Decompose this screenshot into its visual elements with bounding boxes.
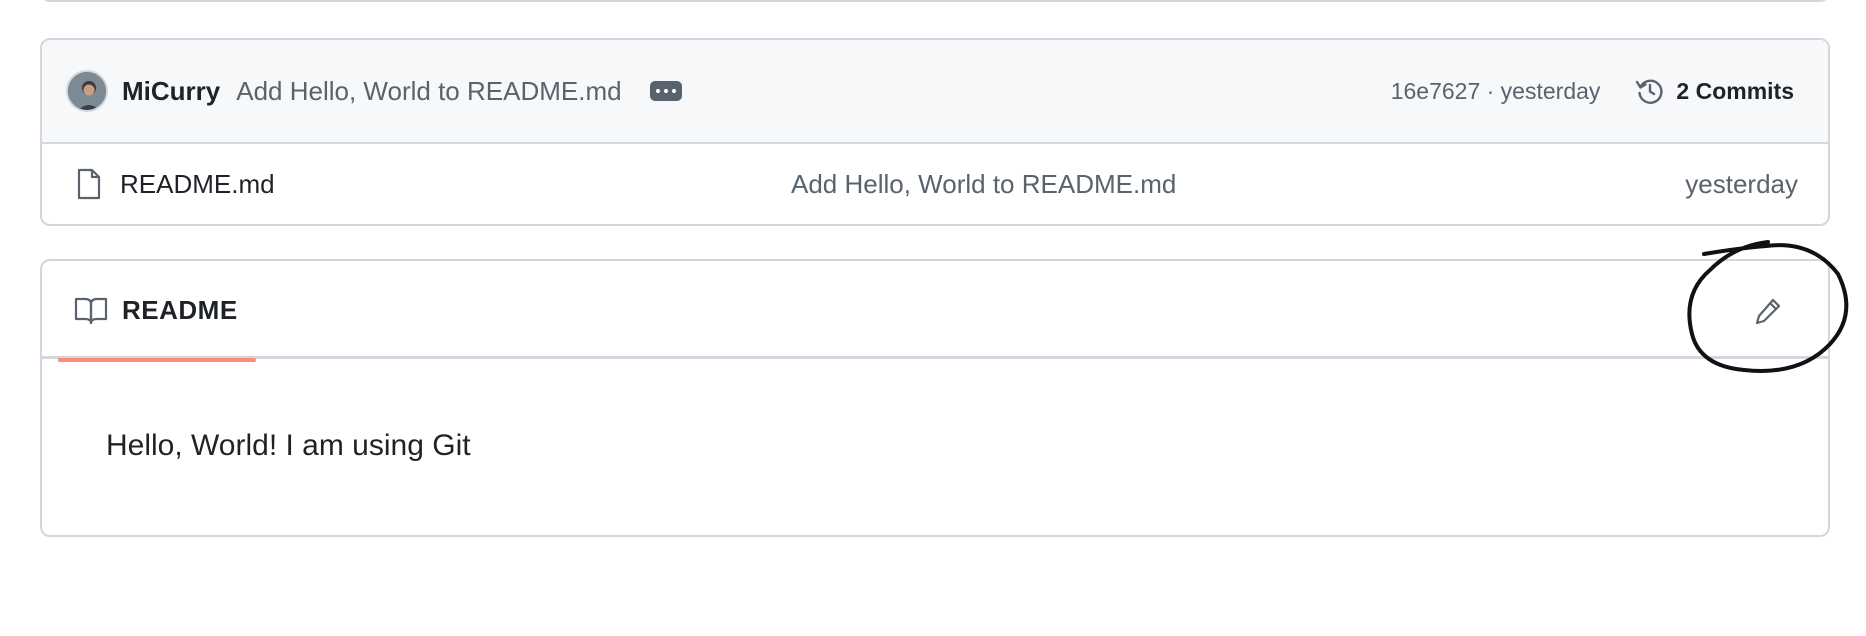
pencil-icon bbox=[1755, 298, 1781, 325]
tab-readme[interactable]: README bbox=[58, 261, 256, 362]
commit-details-toggle[interactable] bbox=[649, 81, 682, 101]
previous-panel-bottom-edge bbox=[40, 0, 1830, 2]
commit-author[interactable]: MiCurry bbox=[122, 76, 220, 107]
dot bbox=[663, 89, 668, 93]
readme-panel: README Hello, World! I am using Git bbox=[40, 259, 1830, 537]
file-commit-message[interactable]: Add Hello, World to README.md bbox=[791, 169, 1176, 200]
readme-tab-label: README bbox=[122, 294, 238, 325]
commits-count-label: 2 Commits bbox=[1676, 77, 1794, 104]
active-tab-indicator bbox=[58, 358, 256, 362]
readme-header: README bbox=[42, 261, 1828, 362]
latest-commit-bar: MiCurry Add Hello, World to README.md 16… bbox=[42, 40, 1828, 144]
commits-history-link[interactable]: 2 Commits bbox=[1634, 75, 1794, 107]
history-icon bbox=[1636, 79, 1664, 104]
dot bbox=[671, 89, 676, 93]
file-icon bbox=[77, 168, 101, 200]
file-row[interactable]: README.md Add Hello, World to README.md … bbox=[42, 144, 1828, 224]
readme-content: Hello, World! I am using Git bbox=[106, 429, 471, 462]
file-last-modified: yesterday bbox=[1685, 168, 1798, 199]
edit-file-button[interactable] bbox=[1748, 291, 1788, 331]
author-avatar[interactable] bbox=[66, 70, 108, 112]
latest-commit-message[interactable]: Add Hello, World to README.md bbox=[236, 76, 621, 107]
book-icon bbox=[74, 297, 108, 325]
dot bbox=[655, 89, 660, 93]
file-browser: MiCurry Add Hello, World to README.md 16… bbox=[40, 38, 1830, 226]
file-name-link[interactable]: README.md bbox=[120, 169, 275, 200]
commit-hash-and-time[interactable]: 16e7627 · yesterday bbox=[1391, 78, 1601, 105]
